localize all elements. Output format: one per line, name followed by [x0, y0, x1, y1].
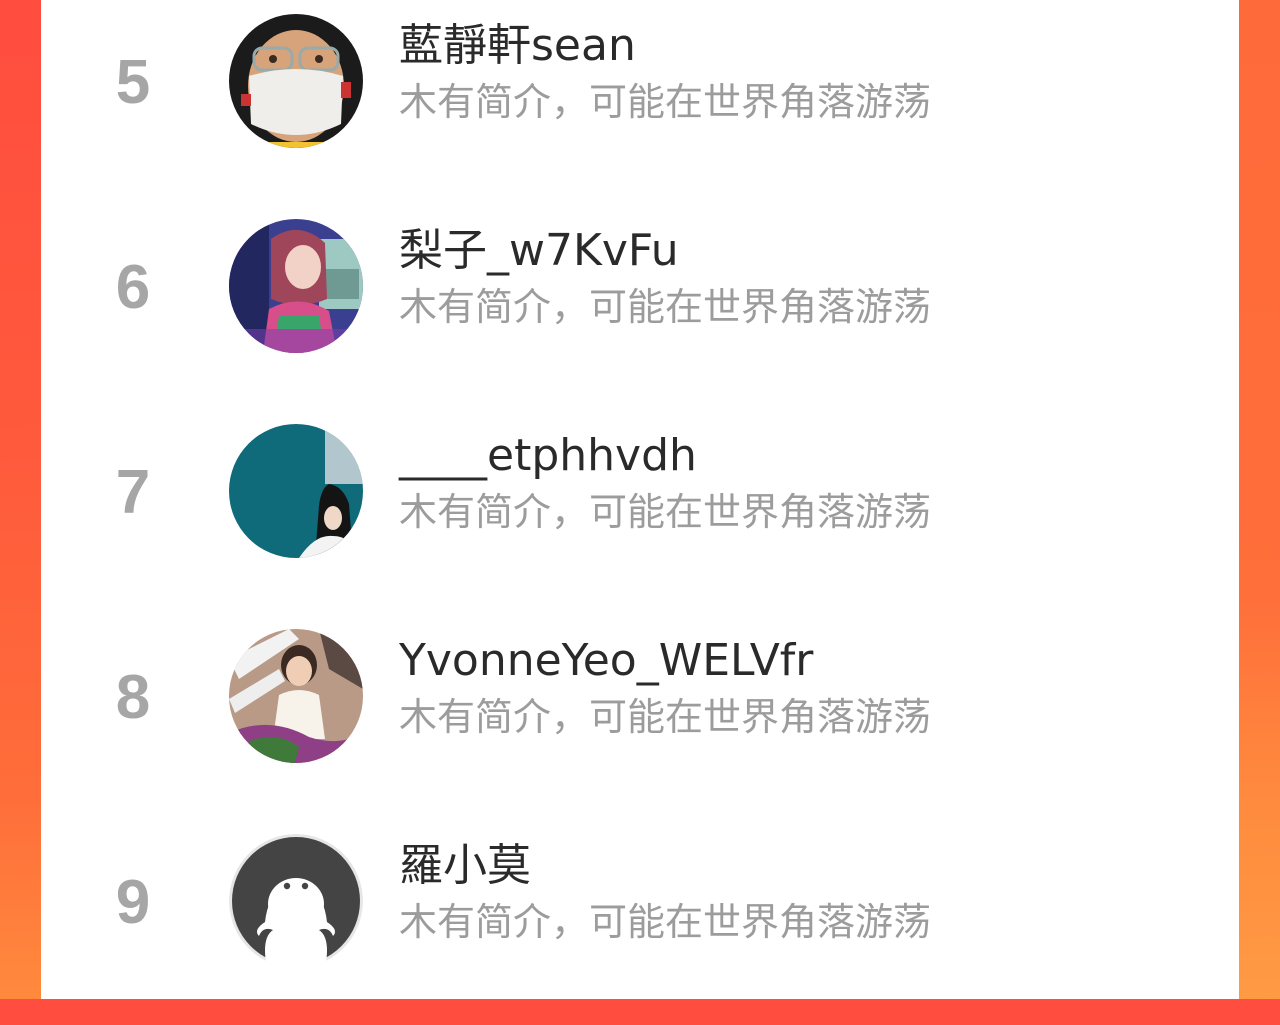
- rank-number: 5: [115, 48, 151, 117]
- user-name[interactable]: YvonneYeo_WELVfr: [399, 635, 813, 687]
- user-name[interactable]: 藍靜軒sean: [399, 20, 636, 72]
- user-bio: 木有简介，可能在世界角落游荡: [399, 695, 932, 739]
- anime-girl-avatar-icon[interactable]: [229, 219, 363, 353]
- list-item[interactable]: 9 羅小莫 木有简介，可能在世界角落游荡: [41, 820, 1239, 1025]
- rank-number: 8: [115, 663, 151, 732]
- list-item[interactable]: 6 梨子_w7KvFu 木有简介，可能在世界角落游荡: [41, 205, 1239, 410]
- rank-number: 7: [115, 458, 151, 527]
- user-bio: 木有简介，可能在世界角落游荡: [399, 490, 932, 534]
- person-with-mask-avatar-icon[interactable]: [229, 14, 363, 148]
- ranking-list: 5 藍靜軒sean 木有简介，可能在世界角落游荡 6 梨子_w7KvFu 木有简…: [41, 0, 1239, 999]
- list-item[interactable]: 7 ____etphhvdh 木有简介，可能在世界角落游荡: [41, 410, 1239, 615]
- right-gradient-edge: [1238, 0, 1280, 999]
- rank-number: 6: [115, 253, 151, 322]
- user-bio: 木有简介，可能在世界角落游荡: [399, 900, 932, 944]
- user-bio: 木有简介，可能在世界角落游荡: [399, 285, 932, 329]
- user-bio: 木有简介，可能在世界角落游荡: [399, 80, 932, 124]
- rank-number: 9: [115, 868, 151, 937]
- user-name[interactable]: 梨子_w7KvFu: [399, 225, 679, 277]
- list-item[interactable]: 5 藍靜軒sean 木有简介，可能在世界角落游荡: [41, 0, 1239, 205]
- girl-teal-background-avatar-icon[interactable]: [229, 424, 363, 558]
- user-name[interactable]: 羅小莫: [399, 840, 531, 892]
- user-name[interactable]: ____etphhvdh: [399, 430, 697, 482]
- child-photo-avatar-icon[interactable]: [229, 629, 363, 763]
- default-ghost-avatar-icon[interactable]: [229, 834, 363, 968]
- list-item[interactable]: 8 YvonneYeo_WELVfr 木有简介，可能在世界角落游荡: [41, 615, 1239, 820]
